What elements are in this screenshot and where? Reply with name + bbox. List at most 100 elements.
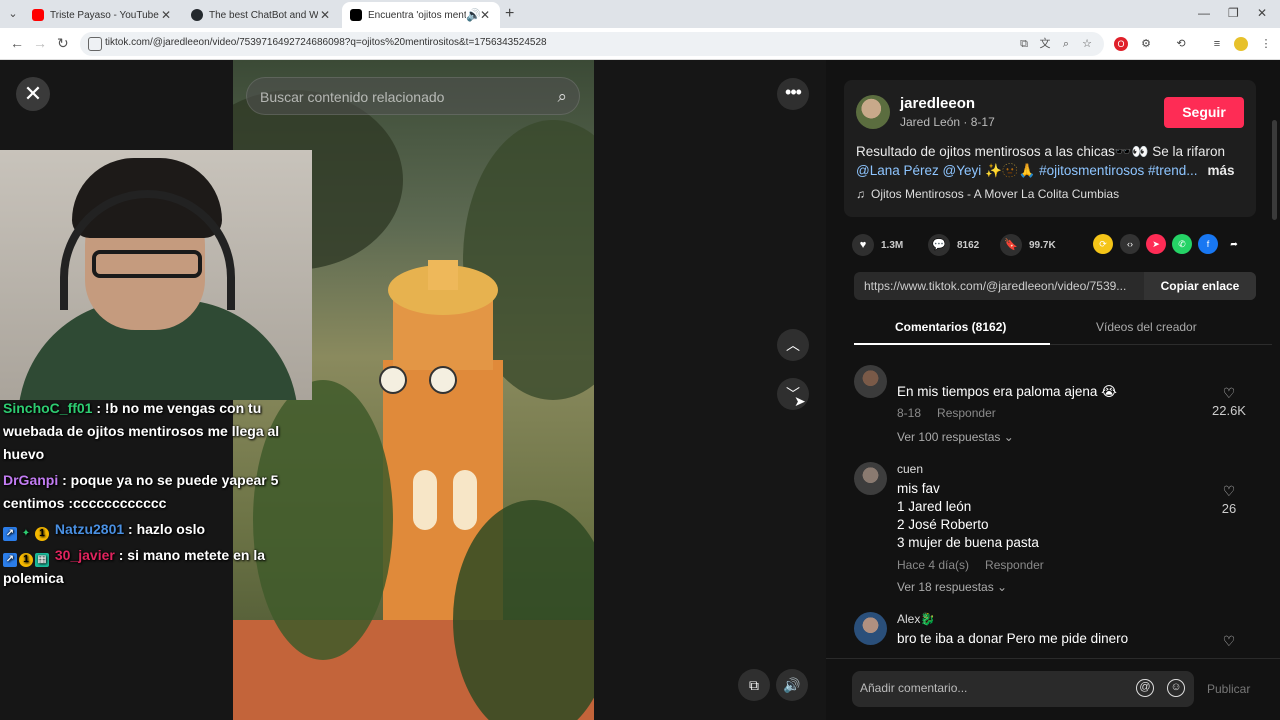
comment-like-count: 22.6K [1212,403,1246,418]
minimize-icon[interactable]: — [1198,6,1210,20]
close-video-button[interactable]: ✕ [16,77,50,111]
like-button[interactable]: ♥ 1.3M [852,232,903,258]
browser-addressbar: ← → ↻ tiktok.com/@jaredleeon/video/75397… [0,28,1280,60]
extensions-icon[interactable]: ⚙ [1139,37,1153,51]
volume-button[interactable]: 🔊 [776,669,808,701]
whatsapp-icon[interactable]: ✆ [1172,234,1192,254]
speaker-icon[interactable]: 🔊 [466,8,481,22]
share-icon[interactable]: ➦ [1224,234,1244,254]
sync-icon[interactable]: ⟲ [1174,37,1188,51]
post-date: 8-17 [970,115,995,129]
forward-icon[interactable]: → [33,35,47,51]
chat-message: ↗ ✦ 1 Natzu2801 : hazlo oslo [3,518,303,541]
tab-search-icon[interactable]: ⌄ [5,6,21,22]
follow-button[interactable]: Seguir [1164,97,1244,128]
comment-placeholder: Añadir comentario... [860,681,968,695]
share-link-url[interactable]: https://www.tiktok.com/@jaredleeon/video… [864,279,1139,293]
commenter-name[interactable]: cuen [897,462,923,476]
share-link-box: https://www.tiktok.com/@jaredleeon/video… [854,272,1256,300]
url-bar[interactable]: tiktok.com/@jaredleeon/video/75397164927… [80,32,1104,56]
restore-icon[interactable]: ❐ [1228,6,1239,20]
view-replies-button[interactable]: Ver 100 respuestas ⌄ [897,430,1014,444]
heart-outline-icon: ♡ [1222,385,1236,401]
search-icon[interactable]: ⌕ [557,87,567,107]
active-tab-indicator [854,343,1050,345]
browser-tab-chatbot[interactable]: The best ChatBot and Widgets ✕ [183,2,340,28]
embed-icon[interactable]: ‹› [1120,234,1140,254]
comment-like[interactable]: ♡ [1209,633,1249,650]
action-bar: ♥ 1.3M 💬 8162 🔖 99.7K ⟳ ‹› ➤ ✆ f ➦ [852,232,1252,258]
bookmark-icon: 🔖 [1000,234,1022,256]
commenter-avatar[interactable] [854,612,887,645]
comment-text: bro te iba a donar Pero me pide dinero [897,631,1129,646]
caption-more-link[interactable]: más [1208,163,1235,178]
author-avatar[interactable] [856,95,890,129]
commenter-avatar[interactable] [854,365,887,398]
music-note-icon: ♫ [856,187,865,201]
author-username[interactable]: jaredleeon [900,95,975,112]
profile-avatar[interactable] [1234,37,1248,51]
reload-icon[interactable]: ↻ [57,35,69,52]
chat-text: : hazlo oslo [124,521,206,537]
previous-video-button[interactable]: ︿ [777,329,809,361]
badge-icon: ▦ [35,553,49,567]
tab-creator-videos[interactable]: Vídeos del creador [1096,320,1197,334]
opera-icon[interactable]: O [1114,37,1128,51]
facebook-icon[interactable]: f [1198,234,1218,254]
badge-icon: ✦ [21,528,31,539]
commenter-name[interactable]: Alex🐉 [897,612,935,626]
badge-icon: 1 [19,553,33,567]
comment-composer: Añadir comentario... @ ☺ Publicar [826,658,1280,720]
browser-tab-tiktok[interactable]: Encuentra 'ojitos mentirosi 🔊 ✕ [342,2,500,28]
floating-player-button[interactable]: ⧉ [738,669,770,701]
browser-tab-youtube[interactable]: Triste Payaso - YouTube ✕ [24,2,181,28]
heart-icon: ♥ [852,234,874,256]
comment-text: En mis tiempos era paloma ajena 😭 [897,384,1117,399]
zoom-icon[interactable]: ⌕ [1059,37,1073,51]
video-viewer: ✕ Buscar contenido relacionado ⌕ ••• ︿ ﹀… [0,60,826,720]
caption-tags[interactable]: @Lana Pérez @Yeyi ✨🫥🙏 #ojitosmentirosos … [856,163,1198,178]
comment-like[interactable]: ♡ 26 [1209,483,1249,518]
new-tab-icon[interactable]: + [505,5,514,23]
chat-message: ↗ 1 ▦ 30_javier : si mano metete en la pol… [3,544,303,590]
cast-icon[interactable]: ⧉ [1017,37,1031,51]
comment-line: 1 Jared león [897,499,972,514]
bookmark-star-icon[interactable]: ☆ [1080,37,1094,51]
search-placeholder: Buscar contenido relacionado [260,89,445,105]
mention-icon[interactable]: @ [1136,679,1154,697]
panel-scrollbar[interactable] [1272,120,1277,220]
commenter-avatar[interactable] [854,462,887,495]
translate-icon[interactable]: 文 [1038,37,1052,51]
close-icon[interactable]: ✕ [159,8,173,22]
badge-icon: ↗ [3,527,17,541]
comment-like[interactable]: ♡ 22.6K [1209,385,1249,420]
chat-user: Natzu2801 [54,521,125,537]
close-icon[interactable]: ✕ [318,8,332,22]
comment-button[interactable]: 💬 8162 [928,232,979,258]
site-info-icon[interactable] [88,37,102,51]
media-icon[interactable]: ≡ [1210,37,1224,51]
reply-button[interactable]: Responder [937,406,996,420]
details-panel: jaredleeon Jared León · 8-17 Seguir Resu… [826,60,1280,720]
close-window-icon[interactable]: ✕ [1257,6,1267,20]
publish-button[interactable]: Publicar [1207,682,1250,696]
tab-title: Triste Payaso - YouTube [50,9,159,21]
music-track[interactable]: ♫ Ojitos Mentirosos - A Mover La Colita C… [856,187,1119,201]
view-replies-button[interactable]: Ver 18 respuestas ⌄ [897,580,1007,594]
heart-outline-icon: ♡ [1222,633,1236,649]
more-options-button[interactable]: ••• [777,78,809,110]
tab-comments[interactable]: Comentarios (8162) [895,320,1006,334]
reply-button[interactable]: Responder [985,558,1044,572]
related-search-input[interactable]: Buscar contenido relacionado ⌕ [246,77,580,115]
panel-tabs: Comentarios (8162) Vídeos del creador [854,316,1272,345]
add-comment-input[interactable]: Añadir comentario... @ ☺ [852,671,1194,707]
heart-outline-icon: ♡ [1222,483,1236,499]
copy-link-button[interactable]: Copiar enlace [1144,272,1256,300]
repost-icon[interactable]: ⟳ [1093,234,1113,254]
close-icon[interactable]: ✕ [478,8,492,22]
menu-icon[interactable]: ⋮ [1259,37,1273,51]
send-icon[interactable]: ➤ [1146,234,1166,254]
back-icon[interactable]: ← [10,35,24,51]
save-button[interactable]: 🔖 99.7K [1000,232,1056,258]
emoji-icon[interactable]: ☺ [1167,679,1185,697]
